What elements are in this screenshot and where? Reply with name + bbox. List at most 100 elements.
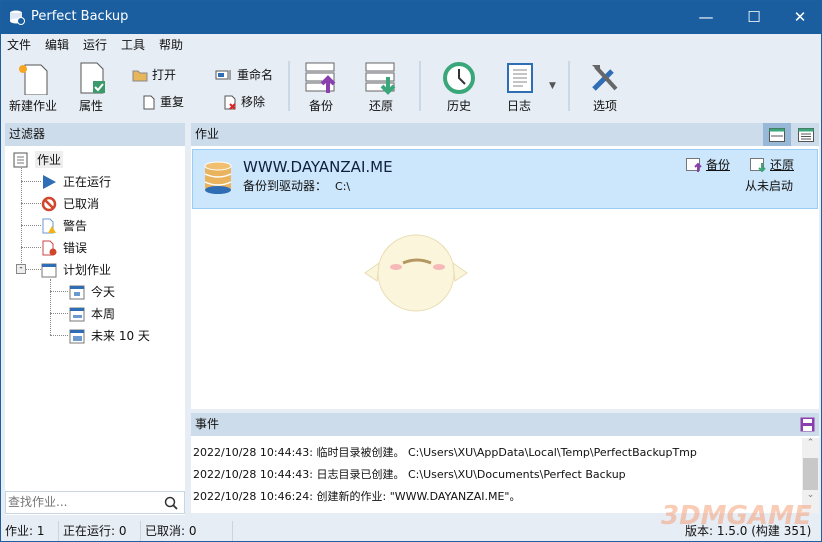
search-field[interactable] [5, 491, 185, 514]
toolbar-separator [568, 61, 570, 111]
history-label: 历史 [446, 99, 471, 113]
collapse-toggle[interactable]: - [16, 264, 26, 274]
backup-small-icon [686, 157, 702, 172]
error-icon [42, 240, 57, 255]
minimize-button[interactable]: — [683, 1, 729, 34]
search-icon[interactable] [164, 496, 178, 510]
tree-item-today[interactable]: 今天 [69, 283, 115, 300]
duplicate-button[interactable]: 重复 [142, 93, 184, 110]
status-cancelled: 已取消: 0 [141, 521, 233, 541]
duplicate-label: 重复 [160, 95, 185, 109]
log-dropdown-arrow-icon[interactable]: ▼ [549, 81, 556, 91]
remove-button[interactable]: 移除 [223, 93, 265, 110]
status-jobs: 作业: 1 [1, 521, 59, 541]
job-target: 备份到驱动器： C:\ [243, 177, 350, 194]
cancel-icon [41, 196, 57, 211]
event-row: 2022/10/28 10:46:24: 创建新的作业: "WWW.DAYANZ… [193, 490, 521, 503]
rename-label: 重命名 [237, 68, 274, 82]
duplicate-icon [143, 95, 155, 109]
menu-tools[interactable]: 工具 [121, 36, 145, 53]
history-clock-icon [443, 62, 475, 94]
tree-item-next-10-days[interactable]: 未来 10 天 [69, 327, 150, 344]
job-backup-link[interactable]: 备份 [686, 156, 730, 173]
history-button[interactable]: 历史 [437, 61, 481, 114]
tree-label: 正在运行 [63, 175, 112, 189]
remove-label: 移除 [241, 95, 266, 109]
menu-run[interactable]: 运行 [83, 36, 107, 53]
tree-label: 计划作业 [63, 263, 112, 277]
window-title: Perfect Backup [31, 9, 129, 24]
menu-bar: 文件 编辑 运行 工具 帮助 [1, 34, 821, 54]
log-button[interactable]: 日志 [501, 61, 537, 114]
filter-header: 过滤器 [5, 123, 185, 146]
properties-button[interactable]: 属性 [69, 61, 113, 114]
search-input[interactable] [6, 492, 156, 512]
remove-icon [224, 95, 236, 110]
job-name: WWW.DAYANZAI.ME [243, 158, 393, 176]
toolbar-separator [419, 61, 421, 111]
view-list-button[interactable] [793, 123, 819, 146]
tree-item-running[interactable]: 正在运行 [41, 173, 111, 190]
tree-item-this-week[interactable]: 本周 [69, 305, 115, 322]
scroll-up-icon[interactable]: ⌃ [802, 438, 819, 448]
log-label: 日志 [506, 99, 531, 113]
restore-icon [365, 62, 396, 95]
tree-label: 警告 [63, 219, 88, 233]
restore-button[interactable]: 还原 [361, 61, 401, 114]
filter-panel: 过滤器 作业 正在运行 已取消 警告 错误 - 计划作业 今天 本周 未来 10… [5, 123, 185, 515]
properties-label: 属性 [78, 99, 103, 113]
menu-file[interactable]: 文件 [7, 36, 31, 53]
event-row: 2022/10/28 10:44:43: 临时目录被创建。 C:\Users\X… [193, 446, 697, 459]
scrollbar-thumb[interactable] [803, 458, 818, 490]
watermark-logo: 3DMGAME [661, 501, 812, 531]
maximize-button[interactable]: ☐ [731, 1, 777, 34]
folder-icon [132, 70, 148, 81]
tiles-view-icon [769, 128, 785, 142]
job-target-label: 备份到驱动器： [243, 179, 328, 193]
rename-icon [215, 69, 231, 80]
rename-button[interactable]: 重命名 [215, 66, 273, 83]
events-panel: 事件 2022/10/28 10:44:43: 临时目录被创建。 C:\User… [191, 413, 819, 513]
job-item[interactable]: WWW.DAYANZAI.ME 备份到驱动器： C:\ 备份 还原 从未启动 [192, 149, 818, 209]
options-label: 选项 [592, 99, 617, 113]
tree-item-warning[interactable]: 警告 [41, 217, 87, 234]
tree-label: 作业 [35, 151, 64, 168]
jobs-panel: 作业 WWW.DAYANZAI.ME 备份到驱动器： C:\ 备份 还原 从未启动 [191, 123, 819, 409]
scroll-down-icon[interactable]: ⌄ [802, 490, 819, 500]
restore-label: 还原 [368, 99, 393, 113]
status-running: 正在运行: 0 [59, 521, 141, 541]
backup-button[interactable]: 备份 [301, 61, 341, 114]
tree-item-error[interactable]: 错误 [41, 239, 87, 256]
app-window: Perfect Backup — ☐ ✕ 文件 编辑 运行 工具 帮助 新建作业… [0, 0, 822, 542]
tree-item-jobs[interactable]: 作业 [13, 151, 64, 168]
job-status: 从未启动 [745, 179, 794, 193]
title-bar: Perfect Backup — ☐ ✕ [1, 1, 821, 34]
close-button[interactable]: ✕ [777, 1, 822, 34]
menu-help[interactable]: 帮助 [159, 36, 183, 53]
new-file-icon [19, 64, 48, 95]
tree-label: 本周 [91, 307, 116, 321]
new-job-button[interactable]: 新建作业 [7, 61, 59, 114]
view-tiles-button[interactable] [763, 123, 791, 146]
play-icon [43, 174, 56, 189]
tree-item-scheduled[interactable]: 计划作业 [41, 261, 111, 278]
tree-item-cancelled[interactable]: 已取消 [41, 195, 99, 212]
list-view-icon [798, 128, 814, 142]
menu-edit[interactable]: 编辑 [45, 36, 69, 53]
tree-label: 错误 [63, 241, 88, 255]
list-icon [13, 152, 28, 167]
backup-icon [305, 62, 336, 93]
job-target-path: C:\ [335, 180, 351, 193]
warning-icon [42, 218, 56, 233]
job-restore-link[interactable]: 还原 [750, 156, 794, 173]
calendar-icon [69, 329, 85, 343]
open-button[interactable]: 打开 [132, 66, 176, 83]
restore-link-label: 还原 [770, 158, 795, 172]
event-row: 2022/10/28 10:44:43: 日志目录已创建。 C:\Users\X… [193, 468, 626, 481]
database-icon [204, 161, 232, 194]
options-button[interactable]: 选项 [585, 61, 625, 114]
new-job-label: 新建作业 [8, 99, 57, 113]
save-icon[interactable] [800, 417, 815, 432]
calendar-icon [69, 285, 85, 299]
tree-label: 今天 [91, 285, 116, 299]
